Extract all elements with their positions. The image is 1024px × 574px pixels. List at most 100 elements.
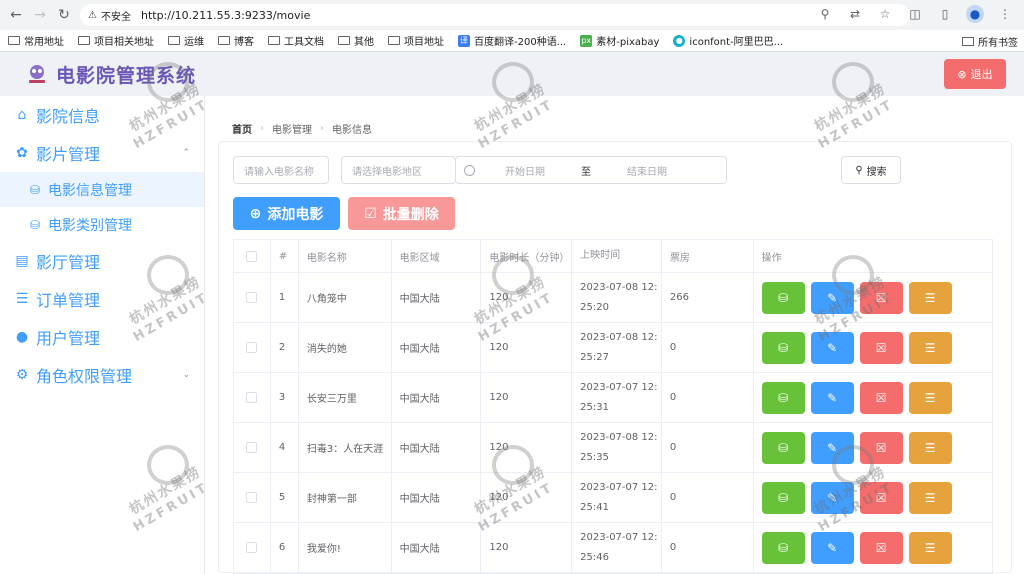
movie-name-input[interactable]: 请输入电影名称: [233, 156, 329, 184]
delete-button[interactable]: ☒: [859, 381, 903, 414]
sidebar: ⌂ 影院信息 ✿ 影片管理 ⌃ ⛁ 电影信息管理 ⛁ 电影类别管理 ▤ 影厅管理…: [0, 96, 205, 573]
more-menu-icon[interactable]: ⋮: [996, 5, 1014, 23]
breadcrumb-movie-management[interactable]: 电影管理: [272, 121, 312, 136]
edit-button[interactable]: ✎: [810, 381, 854, 414]
bookmark-item[interactable]: 运维: [168, 33, 204, 48]
column-header-name: 电影名称: [299, 240, 392, 272]
translate-icon[interactable]: ⇄: [846, 5, 864, 23]
sidebar-item-movie-management[interactable]: ✿ 影片管理 ⌃: [0, 134, 204, 172]
more-button[interactable]: ☰: [908, 381, 952, 414]
sidebar-item-order-management[interactable]: ☰ 订单管理: [0, 280, 204, 318]
key-icon[interactable]: ⚲: [816, 5, 834, 23]
cell-name: 消失的她: [299, 323, 392, 372]
movie-table: # 电影名称 电影区域 电影时长（分钟） 上映时间 票房 操作 1 八角笼中 中…: [233, 239, 993, 574]
iconfont-icon: ●: [673, 34, 686, 47]
delete-button[interactable]: ☒: [859, 431, 903, 464]
bookmark-item[interactable]: 项目相关地址: [78, 33, 154, 48]
search-button[interactable]: ⚲ 搜索: [841, 156, 901, 184]
folder-icon: [168, 36, 180, 45]
cell-duration: 120: [481, 473, 573, 522]
select-all-checkbox[interactable]: [246, 250, 258, 262]
sidebar-item-user-management[interactable]: ● 用户管理: [0, 318, 204, 356]
cell-duration: 120: [481, 273, 573, 322]
row-checkbox[interactable]: [246, 392, 258, 403]
row-checkbox[interactable]: [246, 542, 258, 553]
bookmark-item[interactable]: 项目地址: [388, 33, 444, 48]
edit-button[interactable]: ✎: [810, 481, 854, 514]
column-header-index: #: [271, 240, 299, 272]
plus-circle-icon: ⊕: [249, 205, 262, 222]
view-detail-button[interactable]: ⛁: [761, 281, 805, 314]
all-bookmarks[interactable]: 所有书签: [962, 34, 1018, 49]
view-detail-button[interactable]: ⛁: [761, 331, 805, 364]
folder-icon: [268, 36, 280, 45]
row-checkbox[interactable]: [246, 492, 258, 503]
column-header-duration: 电影时长（分钟）: [481, 240, 573, 272]
breadcrumb-home[interactable]: 首页: [232, 121, 252, 136]
delete-button[interactable]: ☒: [859, 481, 903, 514]
batch-delete-button[interactable]: ☑ 批量删除: [348, 197, 455, 230]
row-checkbox[interactable]: [246, 342, 258, 353]
delete-button[interactable]: ☒: [859, 331, 903, 364]
movie-region-select[interactable]: 请选择电影地区: [341, 156, 456, 184]
cell-index: 5: [271, 473, 299, 522]
baidu-translate-icon: 译: [458, 34, 470, 47]
row-checkbox[interactable]: [246, 292, 258, 303]
delete-button[interactable]: ☒: [859, 281, 903, 314]
bookmark-item[interactable]: 译百度翻译-200种语...: [458, 33, 566, 48]
more-button[interactable]: ☰: [908, 331, 952, 364]
address-bar[interactable]: ⚠ 不安全 http://10.211.55.3:9233/movie: [80, 4, 910, 26]
profile-avatar-icon[interactable]: ●: [966, 5, 984, 23]
browser-toolbar: ← → ↻ ⚠ 不安全 http://10.211.55.3:9233/movi…: [0, 0, 1024, 30]
cell-region: 中国大陆: [392, 423, 482, 472]
delete-button[interactable]: ☒: [859, 531, 903, 564]
home-icon: ⌂: [17, 107, 27, 123]
star-icon[interactable]: ☆: [876, 5, 894, 23]
column-header-actions: 操作: [761, 252, 782, 264]
view-detail-button[interactable]: ⛁: [761, 481, 805, 514]
edit-button[interactable]: ✎: [810, 281, 854, 314]
row-checkbox[interactable]: [246, 442, 258, 453]
edit-button[interactable]: ✎: [810, 531, 854, 564]
back-icon[interactable]: ←: [4, 3, 28, 27]
forward-icon[interactable]: →: [28, 3, 52, 27]
more-button[interactable]: ☰: [908, 531, 952, 564]
warning-icon: ⚠: [88, 9, 97, 21]
cell-release-time: 2023-07-07 12: 25:46: [572, 523, 662, 572]
content-card: 请输入电影名称 请选择电影地区 开始日期 至 结束日期 ⚲ 搜索 ⊕ 添加电影 …: [218, 141, 1012, 574]
more-button[interactable]: ☰: [908, 281, 952, 314]
sidebar-item-cinema-info[interactable]: ⌂ 影院信息: [0, 96, 204, 134]
bookmark-item[interactable]: ● iconfont-阿里巴巴...: [673, 33, 783, 48]
cell-name: 扫毒3：人在天涯: [299, 423, 392, 472]
trash-icon: ☒: [875, 440, 887, 455]
start-date-input[interactable]: 开始日期: [505, 163, 545, 178]
view-detail-button[interactable]: ⛁: [761, 381, 805, 414]
app-header: 电影院管理系统 ⊗ 退出: [0, 52, 1024, 96]
edit-button[interactable]: ✎: [810, 331, 854, 364]
clock-icon: [464, 164, 475, 176]
bookmark-item[interactable]: 博客: [218, 33, 254, 48]
bookmark-item[interactable]: 工具文档: [268, 33, 324, 48]
cell-region: 中国大陆: [392, 273, 482, 322]
reload-icon[interactable]: ↻: [52, 3, 76, 27]
date-range-picker[interactable]: 开始日期 至 结束日期: [455, 156, 727, 184]
sidebar-item-hall-management[interactable]: ▤ 影厅管理: [0, 242, 204, 280]
view-detail-button[interactable]: ⛁: [761, 431, 805, 464]
bookmark-item[interactable]: px 素材-pixabay: [580, 33, 659, 48]
cell-name: 长安三万里: [299, 373, 392, 422]
add-movie-button[interactable]: ⊕ 添加电影: [233, 197, 340, 230]
bookmark-item[interactable]: 常用地址: [8, 33, 64, 48]
bookmark-item[interactable]: 其他: [338, 33, 374, 48]
sidepanel-icon[interactable]: ▯: [936, 5, 954, 23]
sidebar-item-role-permission[interactable]: ⚙ 角色权限管理 ⌄: [0, 356, 204, 394]
edit-button[interactable]: ✎: [810, 431, 854, 464]
logout-button[interactable]: ⊗ 退出: [944, 59, 1006, 89]
sidebar-subitem-movie-info[interactable]: ⛁ 电影信息管理: [0, 172, 204, 207]
more-button[interactable]: ☰: [908, 431, 952, 464]
end-date-input[interactable]: 结束日期: [627, 163, 667, 178]
view-detail-button[interactable]: ⛁: [761, 531, 805, 564]
more-button[interactable]: ☰: [908, 481, 952, 514]
sidebar-subitem-movie-category[interactable]: ⛁ 电影类别管理: [0, 207, 204, 242]
extensions-icon[interactable]: ◫: [906, 5, 924, 23]
document-search-icon: ⛁: [778, 290, 789, 305]
